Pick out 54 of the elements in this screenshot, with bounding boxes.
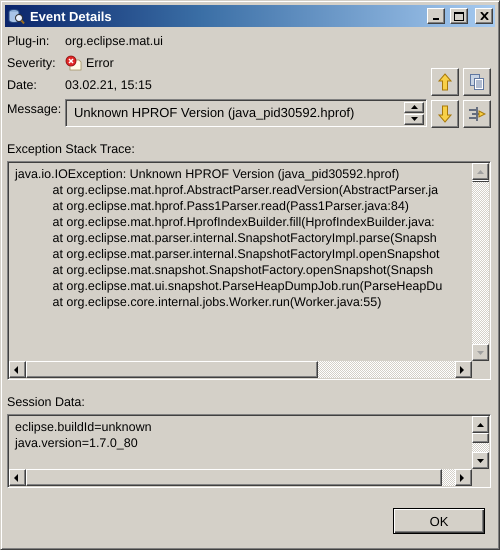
scroll-down-button[interactable] (472, 452, 489, 469)
field-label: Plug-in: (7, 33, 50, 49)
down-triangle-icon (410, 117, 418, 121)
minimize-button[interactable] (427, 8, 445, 24)
up-triangle-icon (476, 422, 485, 428)
down-triangle-icon (476, 350, 485, 356)
ok-button[interactable]: OK (393, 508, 485, 534)
spin-down-button[interactable] (404, 114, 424, 124)
session-data-line: java.version=1.7.0_80 (15, 435, 138, 451)
down-arrow-icon (438, 105, 452, 123)
spin-up-button[interactable] (404, 102, 424, 112)
copy-icon (469, 73, 485, 91)
message-field[interactable]: Unknown HPROF Version (java_pid30592.hprof) (65, 99, 427, 127)
app-icon (8, 8, 25, 24)
stack-trace-line: at org.eclipse.core.internal.jobs.Worker.run(Worker.java:55) (52, 294, 382, 310)
scroll-left-button[interactable] (9, 361, 26, 378)
stack-trace-line: java.io.IOException: Unknown HPROF Version (java_pid30592.hprof) (15, 166, 400, 182)
up-triangle-icon (476, 168, 485, 174)
scroll-right-button[interactable] (455, 361, 472, 378)
field-label: Severity: (7, 55, 57, 71)
filter-icon (468, 106, 486, 122)
down-triangle-icon (476, 458, 485, 464)
close-button[interactable] (475, 8, 493, 24)
stack-trace-line: at org.eclipse.mat.snapshot.SnapshotFactory.openSnapshot(Snapsh (52, 262, 434, 278)
scroll-left-button[interactable] (9, 469, 26, 486)
next-button[interactable] (431, 100, 459, 128)
stack-trace-line: at org.eclipse.mat.hprof.HprofIndexBuilder.fill(HprofIndexBuilder.java: (52, 214, 435, 230)
date-value: 03.02.21, 15:15 (65, 77, 153, 93)
stack-trace-line: at org.eclipse.mat.parser.internal.SnapshotFactoryImpl.parse(Snapsh (52, 230, 437, 246)
stack-trace-line: at org.eclipse.mat.hprof.Pass1Parser.read(Pass1Parser.java:84) (52, 198, 409, 214)
stack-trace-line: at org.eclipse.mat.hprof.AbstractParser.readVersion(AbstractParser.ja (52, 182, 438, 198)
section-label: Session Data: (7, 394, 86, 410)
up-arrow-icon (438, 73, 452, 91)
stack-trace-line: at org.eclipse.mat.ui.snapshot.ParseHeapDumpJob.run(ParseHeapDu (52, 278, 442, 294)
session-data-line: eclipse.buildId=unknown (15, 419, 152, 435)
previous-button[interactable] (431, 68, 459, 96)
error-icon (65, 55, 82, 71)
maximize-button[interactable] (450, 8, 468, 24)
copy-button[interactable] (463, 68, 491, 96)
window-title: Event Details (30, 8, 113, 24)
scroll-up-button[interactable] (472, 163, 489, 180)
field-label: Date: (7, 77, 38, 93)
close-icon (480, 12, 488, 20)
stack-trace-line: at org.eclipse.mat.parser.internal.SnapshotFactoryImpl.openSnapshot (52, 246, 440, 262)
severity-value: Error (86, 55, 114, 71)
field-label: Message: (7, 101, 62, 117)
maximize-icon (454, 12, 464, 20)
filter-button[interactable] (463, 100, 491, 128)
section-label: Exception Stack Trace: (7, 141, 136, 157)
scroll-down-button[interactable] (472, 344, 489, 361)
scroll-up-button[interactable] (472, 416, 489, 433)
scroll-right-button[interactable] (455, 469, 472, 486)
plug-in-value: org.eclipse.mat.ui (65, 33, 164, 49)
up-triangle-icon (410, 105, 418, 109)
